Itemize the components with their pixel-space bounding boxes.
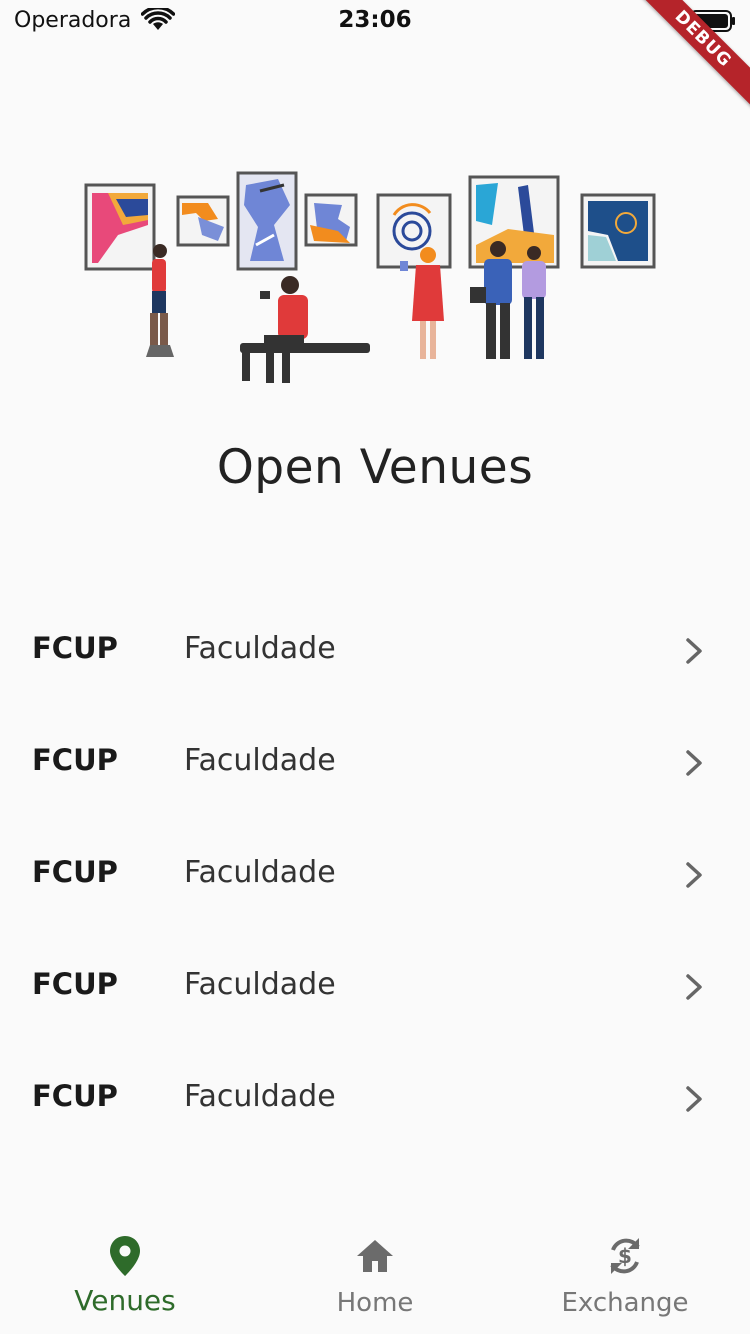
- venue-code: FCUP: [32, 1079, 118, 1113]
- status-bar: Operadora 23:06: [0, 0, 750, 44]
- home-icon: [357, 1240, 393, 1272]
- currency-exchange-icon: $: [610, 1238, 640, 1274]
- venue-name: Faculdade: [184, 743, 336, 778]
- chevron-right-icon: [686, 750, 702, 776]
- page-title: Open Venues: [216, 440, 534, 495]
- chevron-right-icon: [686, 974, 702, 1000]
- status-time: 23:06: [338, 7, 412, 33]
- nav-label-home: Home: [336, 1288, 414, 1318]
- venue-list: FCUP Faculdade FCUP Faculdade FCUP Facul…: [0, 595, 750, 1155]
- venue-list-item[interactable]: FCUP Faculdade: [0, 819, 750, 931]
- venue-list-item[interactable]: FCUP Faculdade: [0, 707, 750, 819]
- venue-name: Faculdade: [184, 631, 336, 666]
- venue-code: FCUP: [32, 855, 118, 889]
- chevron-right-icon: [686, 638, 702, 664]
- svg-text:$: $: [618, 1244, 632, 1268]
- venue-name: Faculdade: [184, 1079, 336, 1114]
- venue-list-item[interactable]: FCUP Faculdade: [0, 595, 750, 707]
- nav-tab-exchange[interactable]: $ Exchange: [500, 1222, 750, 1334]
- venue-list-item[interactable]: FCUP Faculdade: [0, 1043, 750, 1155]
- chevron-right-icon: [686, 862, 702, 888]
- nav-tab-home[interactable]: Home: [250, 1222, 500, 1334]
- venue-code: FCUP: [32, 631, 118, 665]
- gallery-illustration: [84, 171, 656, 383]
- nav-label-venues: Venues: [74, 1284, 176, 1317]
- location-pin-icon: [110, 1236, 140, 1276]
- nav-tab-venues[interactable]: Venues: [0, 1222, 250, 1334]
- venue-name: Faculdade: [184, 967, 336, 1002]
- venue-code: FCUP: [32, 743, 118, 777]
- chevron-right-icon: [686, 1086, 702, 1112]
- venue-name: Faculdade: [184, 855, 336, 890]
- venue-list-item[interactable]: FCUP Faculdade: [0, 931, 750, 1043]
- venue-code: FCUP: [32, 967, 118, 1001]
- nav-label-exchange: Exchange: [561, 1288, 689, 1318]
- bottom-navigation: Venues Home $ Exchange: [0, 1222, 750, 1334]
